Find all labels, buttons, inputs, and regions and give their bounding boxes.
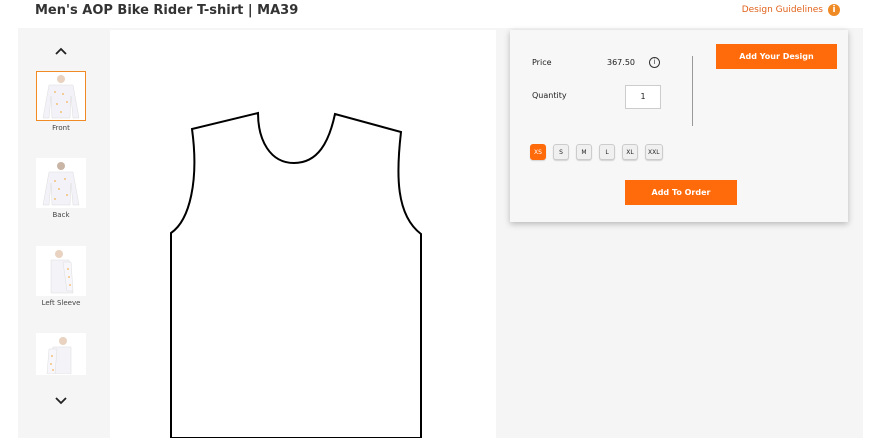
price-info-icon[interactable]: i: [649, 57, 660, 68]
design-guidelines-link[interactable]: Design Guidelines i: [742, 4, 840, 16]
thumbnail-back[interactable]: Back: [35, 158, 87, 219]
size-option-xs[interactable]: XS: [530, 144, 546, 160]
thumbnail-label: Left Sleeve: [41, 299, 81, 307]
right-sleeve-view-image: [36, 333, 86, 375]
size-option-xl[interactable]: XL: [622, 144, 638, 160]
quantity-label: Quantity: [532, 91, 567, 100]
order-panel: Price 367.50 i Quantity 1 Add Your Desig…: [510, 30, 848, 222]
divider: [692, 56, 693, 126]
back-view-image: [36, 158, 86, 208]
chevron-up-icon[interactable]: [54, 44, 68, 58]
add-your-design-button[interactable]: Add Your Design: [716, 44, 837, 69]
thumbnail-front[interactable]: Front: [35, 71, 87, 132]
size-option-m[interactable]: M: [576, 144, 592, 160]
thumbnail-right-sleeve[interactable]: [35, 333, 87, 375]
design-guidelines-label: Design Guidelines: [741, 5, 823, 15]
page-title: Men's AOP Bike Rider T-shirt | MA39: [35, 3, 299, 18]
add-to-order-button[interactable]: Add To Order: [625, 180, 737, 205]
info-icon: i: [828, 4, 840, 16]
tshirt-outline: [170, 111, 422, 439]
left-sleeve-view-image: [36, 246, 86, 296]
chevron-down-icon[interactable]: [54, 394, 68, 408]
size-option-xxl[interactable]: XXL: [645, 144, 663, 160]
size-selector: XS S M L XL XXL: [530, 144, 663, 160]
thumbnail-label: Back: [52, 211, 70, 219]
price-label: Price: [532, 58, 552, 67]
thumbnail-left-sleeve[interactable]: Left Sleeve: [35, 246, 87, 307]
size-option-s[interactable]: S: [553, 144, 569, 160]
view-thumbnails: Front Back Left Sleeve: [18, 28, 108, 438]
front-view-image: [36, 71, 86, 121]
quantity-input[interactable]: 1: [625, 85, 661, 109]
size-option-l[interactable]: L: [599, 144, 615, 160]
design-workspace: Front Back Left Sleeve Price 367.50 i Qu…: [18, 28, 863, 439]
thumbnail-label: Front: [52, 124, 70, 132]
price-value: 367.50: [607, 58, 635, 67]
design-canvas[interactable]: [110, 30, 496, 439]
